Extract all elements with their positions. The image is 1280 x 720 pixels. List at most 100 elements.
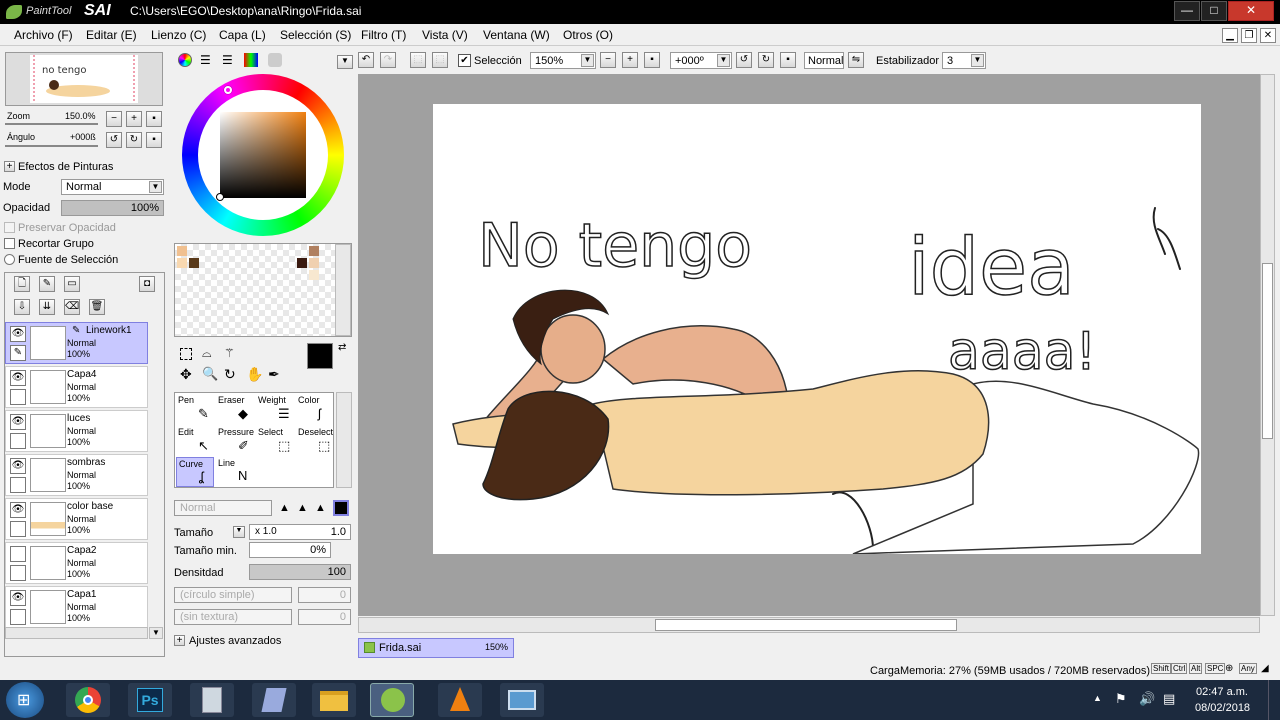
angle-slider[interactable] <box>5 145 98 147</box>
eyedropper-icon[interactable]: ✒ <box>268 366 280 383</box>
notes-taskbar-icon[interactable] <box>252 683 296 717</box>
paint-tool-sai-taskbar-icon[interactable] <box>370 683 414 717</box>
invert-selection-icon[interactable]: ⬚ <box>432 52 448 68</box>
redo-icon[interactable]: ↷ <box>380 52 396 68</box>
rotate-right-button[interactable]: ↻ <box>126 132 142 148</box>
shape-square-icon[interactable] <box>333 500 349 516</box>
color-sv-square[interactable] <box>220 112 306 198</box>
layer-item-sombras[interactable]: 👁 sombras Normal 100% <box>5 454 148 496</box>
tool-edit[interactable]: Edit ↖ <box>176 426 214 456</box>
swatch[interactable] <box>189 258 199 268</box>
vlc-taskbar-icon[interactable] <box>438 683 482 717</box>
tool-color[interactable]: Color ʃ <box>296 394 334 424</box>
selection-checkbox[interactable]: ✔ <box>458 54 471 67</box>
new-linework-icon[interactable]: ✎ <box>39 276 55 292</box>
min-size-slider[interactable]: 0% <box>249 542 331 558</box>
stabilizer-select[interactable]: 3 ▼ <box>942 52 986 69</box>
preserve-opacity-checkbox[interactable] <box>4 222 15 233</box>
paper-texture-strength[interactable]: 0 <box>298 609 351 625</box>
mdi-minimize-icon[interactable]: ▁ <box>1222 28 1238 43</box>
lock-checkbox[interactable] <box>10 389 26 405</box>
rotate-left-button[interactable]: ↺ <box>106 132 122 148</box>
swatch-scrollbar[interactable] <box>335 244 351 336</box>
menu-otros[interactable]: Otros (O) <box>563 28 613 42</box>
lock-checkbox[interactable] <box>10 521 26 537</box>
zoom-out-button[interactable]: − <box>106 111 122 127</box>
swatch[interactable] <box>309 246 319 256</box>
lasso-icon[interactable]: ⌓ <box>202 346 212 361</box>
swatch[interactable] <box>177 246 187 256</box>
clock-date[interactable]: 08/02/2018 <box>1195 702 1250 714</box>
layer-mask-icon[interactable]: ◘ <box>139 276 155 292</box>
eye-icon[interactable]: 👁 <box>10 326 26 342</box>
swatch-grid[interactable] <box>174 243 352 337</box>
toolbar-rotate-left-button[interactable]: ↺ <box>736 52 752 68</box>
menu-editar[interactable]: Editar (E) <box>86 28 137 42</box>
layer-item-linework1[interactable]: 👁 ✎ Linework1 ✎ Normal 100% <box>5 322 148 364</box>
clip-group-checkbox[interactable] <box>4 238 15 249</box>
selection-source-checkbox[interactable] <box>4 254 15 265</box>
shape-flat-icon[interactable]: ▲ <box>315 502 326 514</box>
tool-weight[interactable]: Weight ☰ <box>256 394 294 424</box>
network-icon[interactable]: ▤ <box>1163 691 1175 707</box>
deselect-all-icon[interactable]: ⬚ <box>410 52 426 68</box>
flip-view-icon[interactable]: ⇋ <box>848 52 864 68</box>
eye-icon[interactable]: 👁 <box>10 502 26 518</box>
menu-seleccion[interactable]: Selección (S) <box>280 28 351 42</box>
hand-icon[interactable]: ✋ <box>246 366 263 383</box>
new-layer-icon[interactable]: 🗋 <box>14 276 30 292</box>
toolbar-rotate-reset-button[interactable]: ▪ <box>780 52 796 68</box>
clock-time[interactable]: 02:47 a.m. <box>1196 686 1248 698</box>
menu-vista[interactable]: Vista (V) <box>422 28 468 42</box>
layer-item-color-base[interactable]: 👁 color base Normal 100% <box>5 498 148 540</box>
rgb-slider-tab-icon[interactable]: ☰ <box>200 53 211 67</box>
panel-collapse-icon[interactable]: ▼ <box>337 55 353 69</box>
explorer-taskbar-icon[interactable] <box>312 683 356 717</box>
brush-texture-select[interactable]: (círculo simple) <box>174 587 292 603</box>
chrome-taskbar-icon[interactable] <box>66 683 110 717</box>
lock-checkbox[interactable] <box>10 433 26 449</box>
eye-icon[interactable]: 👁 <box>10 458 26 474</box>
swatch[interactable] <box>177 258 187 268</box>
canvas-h-scrollbar[interactable] <box>358 617 1260 633</box>
tool-grid-scrollbar[interactable] <box>336 392 352 488</box>
menu-filtro[interactable]: Filtro (T) <box>361 28 406 42</box>
mode-select[interactable]: Normal ▼ <box>61 179 164 195</box>
layer-item-capa4[interactable]: 👁 Capa4 Normal 100% <box>5 366 148 408</box>
layer-h-scrollbar[interactable] <box>5 627 148 639</box>
zoom-reset-button[interactable]: ▪ <box>146 111 162 127</box>
shape-round-icon[interactable]: ▲ <box>279 502 290 514</box>
canvas-v-scrollbar[interactable] <box>1260 74 1275 616</box>
layer-item-capa2[interactable]: Capa2 Normal 100% <box>5 542 148 584</box>
move-icon[interactable]: ✥ <box>180 366 192 383</box>
start-button[interactable]: ⊞ <box>6 682 44 718</box>
size-slider[interactable]: x 1.0 1.0 <box>249 524 351 540</box>
zoom-select[interactable]: 150% ▼ <box>530 52 596 69</box>
navigator-preview[interactable]: no tengo <box>5 52 163 106</box>
swatch[interactable] <box>297 258 307 268</box>
swap-colors-icon[interactable]: ⇄ <box>338 342 346 353</box>
zoom-icon[interactable]: 🔍 <box>202 366 218 382</box>
layer-scroll-down-icon[interactable]: ▼ <box>149 627 163 639</box>
angle-select[interactable]: +000º ▼ <box>670 52 732 69</box>
mdi-close-icon[interactable]: ✕ <box>1260 28 1276 43</box>
paper-texture-select[interactable]: (sin textura) <box>174 609 292 625</box>
primary-color-swatch[interactable] <box>307 343 333 369</box>
lock-checkbox[interactable] <box>10 609 26 625</box>
scratchpad-tab-icon[interactable] <box>268 53 282 67</box>
merge-down-icon[interactable]: ⇊ <box>39 299 55 315</box>
advanced-expand-button[interactable]: + <box>174 635 185 646</box>
menu-lienzo[interactable]: Lienzo (C) <box>151 28 206 42</box>
color-wheel-tab-icon[interactable] <box>178 53 192 67</box>
action-center-icon[interactable]: ⚑ <box>1115 691 1127 707</box>
minimize-button[interactable]: — <box>1174 1 1200 21</box>
document-tab[interactable]: Frida.sai 150% <box>358 638 514 658</box>
opacity-slider[interactable]: 100% <box>61 200 164 216</box>
mdi-restore-icon[interactable]: ❐ <box>1241 28 1257 43</box>
toolbar-rotate-right-button[interactable]: ↻ <box>758 52 774 68</box>
toolbar-zoom-reset-button[interactable]: ▪ <box>644 52 660 68</box>
tray-expand-icon[interactable]: ▲ <box>1093 693 1102 703</box>
brush-texture-strength[interactable]: 0 <box>298 587 351 603</box>
magic-wand-icon[interactable]: ⚚ <box>224 346 235 360</box>
calculator-taskbar-icon[interactable] <box>190 683 234 717</box>
